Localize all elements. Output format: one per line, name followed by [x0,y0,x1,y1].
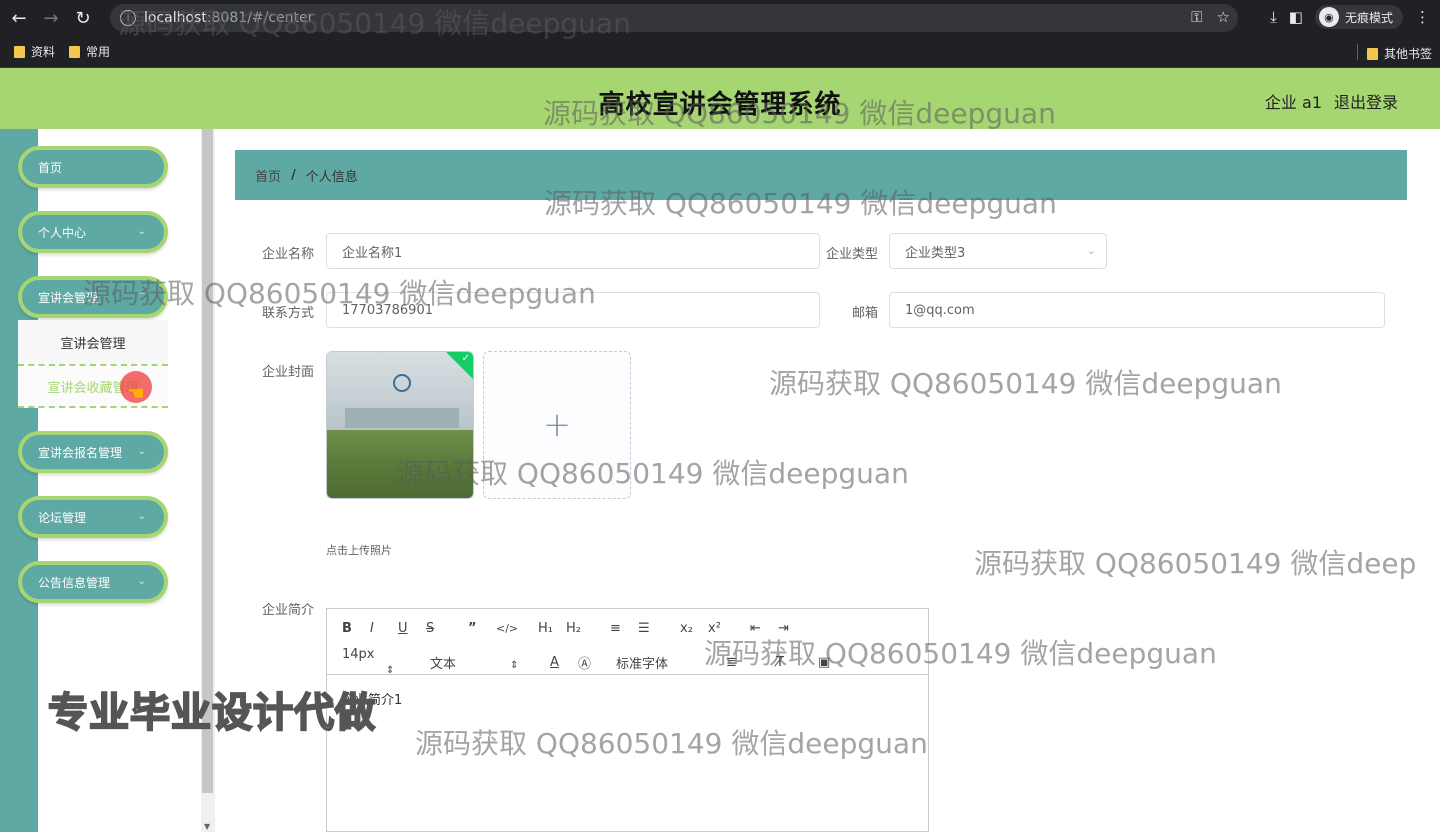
folder-icon [14,45,25,58]
chevron-down-icon: ⌄ [137,576,146,587]
company-type-select[interactable]: 企业类型3 ⌄ [889,233,1107,269]
sidebar-item-seminar-manage[interactable]: 宣讲会管理 ⌃ [18,276,168,318]
font-family-select[interactable]: 标准字体 [616,653,726,672]
company-name-input[interactable]: 企业名称1 [326,233,820,269]
sidebar-item-profile[interactable]: 个人中心 ⌄ [18,211,168,253]
quote-icon[interactable]: ” [468,621,496,636]
bookmark-folder-1[interactable]: 资料 [14,43,55,60]
breadcrumb-separator: / [291,167,296,183]
contact-input[interactable]: 17703786901 [326,292,820,328]
bullet-list-icon[interactable]: ☰ [638,621,680,636]
incognito-icon: ◉ [1318,7,1339,27]
font-size-select[interactable]: 14px ⇕ [342,647,430,677]
current-user: 企业 a1 [1264,93,1322,112]
cover-label: 企业封面 [261,365,314,380]
strike-icon[interactable]: S [426,621,468,636]
chevron-down-icon: ⌄ [137,226,146,237]
superscript-icon[interactable]: x² [708,621,750,636]
plus-icon: + [542,405,572,445]
editor-toolbar: B I U S ” </> H₁ H₂ ≡ ☰ x₂ x² ⇤ ⇥ 14px ⇕… [327,609,928,677]
bookmark-divider [1357,44,1358,60]
email-label: 邮箱 [851,306,878,321]
upload-tip: 点击上传照片 [326,544,392,557]
paragraph-select[interactable]: 文本 ⇕ [430,653,550,672]
other-bookmarks[interactable]: 其他书签 [1366,45,1432,62]
sidepanel-icon[interactable]: ◧ [1289,8,1303,26]
cover-image-thumbnail[interactable]: ✓ [326,351,474,499]
watermark-banner: 专业毕业设计代做 [47,689,376,737]
sidebar-item-registration[interactable]: 宣讲会报名管理 ⌄ [18,431,168,473]
upload-button[interactable]: + [483,351,631,499]
chevron-down-icon: ⌄ [1086,244,1096,257]
back-icon[interactable]: ← [6,5,32,31]
browser-toolbar: ← → ↻ i localhost:8081/#/center ⚿ ☆ ⤓ ◧ … [0,0,1440,36]
forward-icon[interactable]: → [38,5,64,31]
clear-format-icon[interactable]: T̸ [776,655,818,670]
bold-icon[interactable]: B [342,621,370,636]
address-bar[interactable]: i localhost:8081/#/center ⚿ ☆ [110,4,1238,32]
cover-photo-logo [393,374,411,392]
contact-label: 联系方式 [261,306,314,321]
chevron-down-icon: ⌄ [137,446,146,457]
chevron-down-icon: ⌄ [137,511,146,522]
indent-icon[interactable]: ⇥ [778,621,806,636]
download-icon[interactable]: ⤓ [1270,8,1277,26]
app-header: 高校宣讲会管理系统 企业 a1 退出登录 [0,68,1440,129]
rich-text-editor[interactable]: B I U S ” </> H₁ H₂ ≡ ☰ x₂ x² ⇤ ⇥ 14px ⇕… [326,608,929,832]
sidebar-item-forum[interactable]: 论坛管理 ⌄ [18,496,168,538]
heading2-icon[interactable]: H₂ [566,621,610,636]
bookmarks-bar: 资料 常用 其他书签 [0,36,1440,68]
reload-icon[interactable]: ↻ [70,5,96,31]
incognito-label: 无痕模式 [1344,10,1393,25]
submenu-seminar-manage[interactable]: 宣讲会管理 [18,320,168,364]
image-icon[interactable]: ▣ [818,655,846,670]
font-color-icon[interactable]: A [550,655,578,670]
scroll-down-icon[interactable]: ▼ [204,822,210,831]
menu-kebab-icon[interactable]: ⋮ [1415,8,1430,26]
updown-icon: ⇕ [510,659,519,671]
breadcrumb-home[interactable]: 首页 [255,166,281,185]
company-name-label: 企业名称 [261,247,314,262]
ordered-list-icon[interactable]: ≡ [610,621,638,636]
subscript-icon[interactable]: x₂ [680,621,708,636]
logout-link[interactable]: 退出登录 [1334,89,1398,113]
sidebar-item-home[interactable]: 首页 [18,146,168,188]
breadcrumb-current: 个人信息 [305,169,358,185]
cover-photo-plants [327,430,473,498]
url-path: :8081/#/center [206,10,314,26]
key-icon[interactable]: ⚿ [1191,8,1202,26]
hand-cursor-icon: ☚ [127,381,145,405]
cover-photo-sign [345,408,459,428]
underline-icon[interactable]: U [398,621,426,636]
company-type-value: 企业类型3 [905,245,966,261]
watermark: 源码获取 QQ86050149 微信deep [974,547,1417,580]
app-title: 高校宣讲会管理系统 [598,90,842,120]
bookmark-folder-2[interactable]: 常用 [69,43,110,60]
url-host: localhost [144,10,207,26]
check-icon: ✓ [461,353,470,364]
outdent-icon[interactable]: ⇤ [750,621,778,636]
company-type-label: 企业类型 [825,247,878,262]
code-icon[interactable]: </> [496,622,538,635]
star-icon[interactable]: ☆ [1217,8,1230,26]
align-icon[interactable]: ≣ [726,655,776,670]
folder-icon [69,45,81,58]
breadcrumb: 首页 / 个人信息 [235,150,1407,200]
email-input[interactable]: 1@qq.com [889,292,1385,328]
watermark: 源码获取 QQ86050149 微信deepguan [769,367,1282,400]
chevron-up-icon: ⌃ [137,291,146,302]
background-color-icon[interactable]: Ⓐ [578,653,616,672]
intro-label: 企业简介 [261,603,314,618]
folder-icon [1366,47,1378,60]
sidebar-item-notice[interactable]: 公告信息管理 ⌄ [18,561,168,603]
italic-icon[interactable]: I [370,621,398,636]
updown-icon: ⇕ [386,665,395,676]
incognito-badge[interactable]: ◉ 无痕模式 [1314,5,1403,29]
info-icon[interactable]: i [120,10,136,26]
heading1-icon[interactable]: H₁ [538,621,566,636]
